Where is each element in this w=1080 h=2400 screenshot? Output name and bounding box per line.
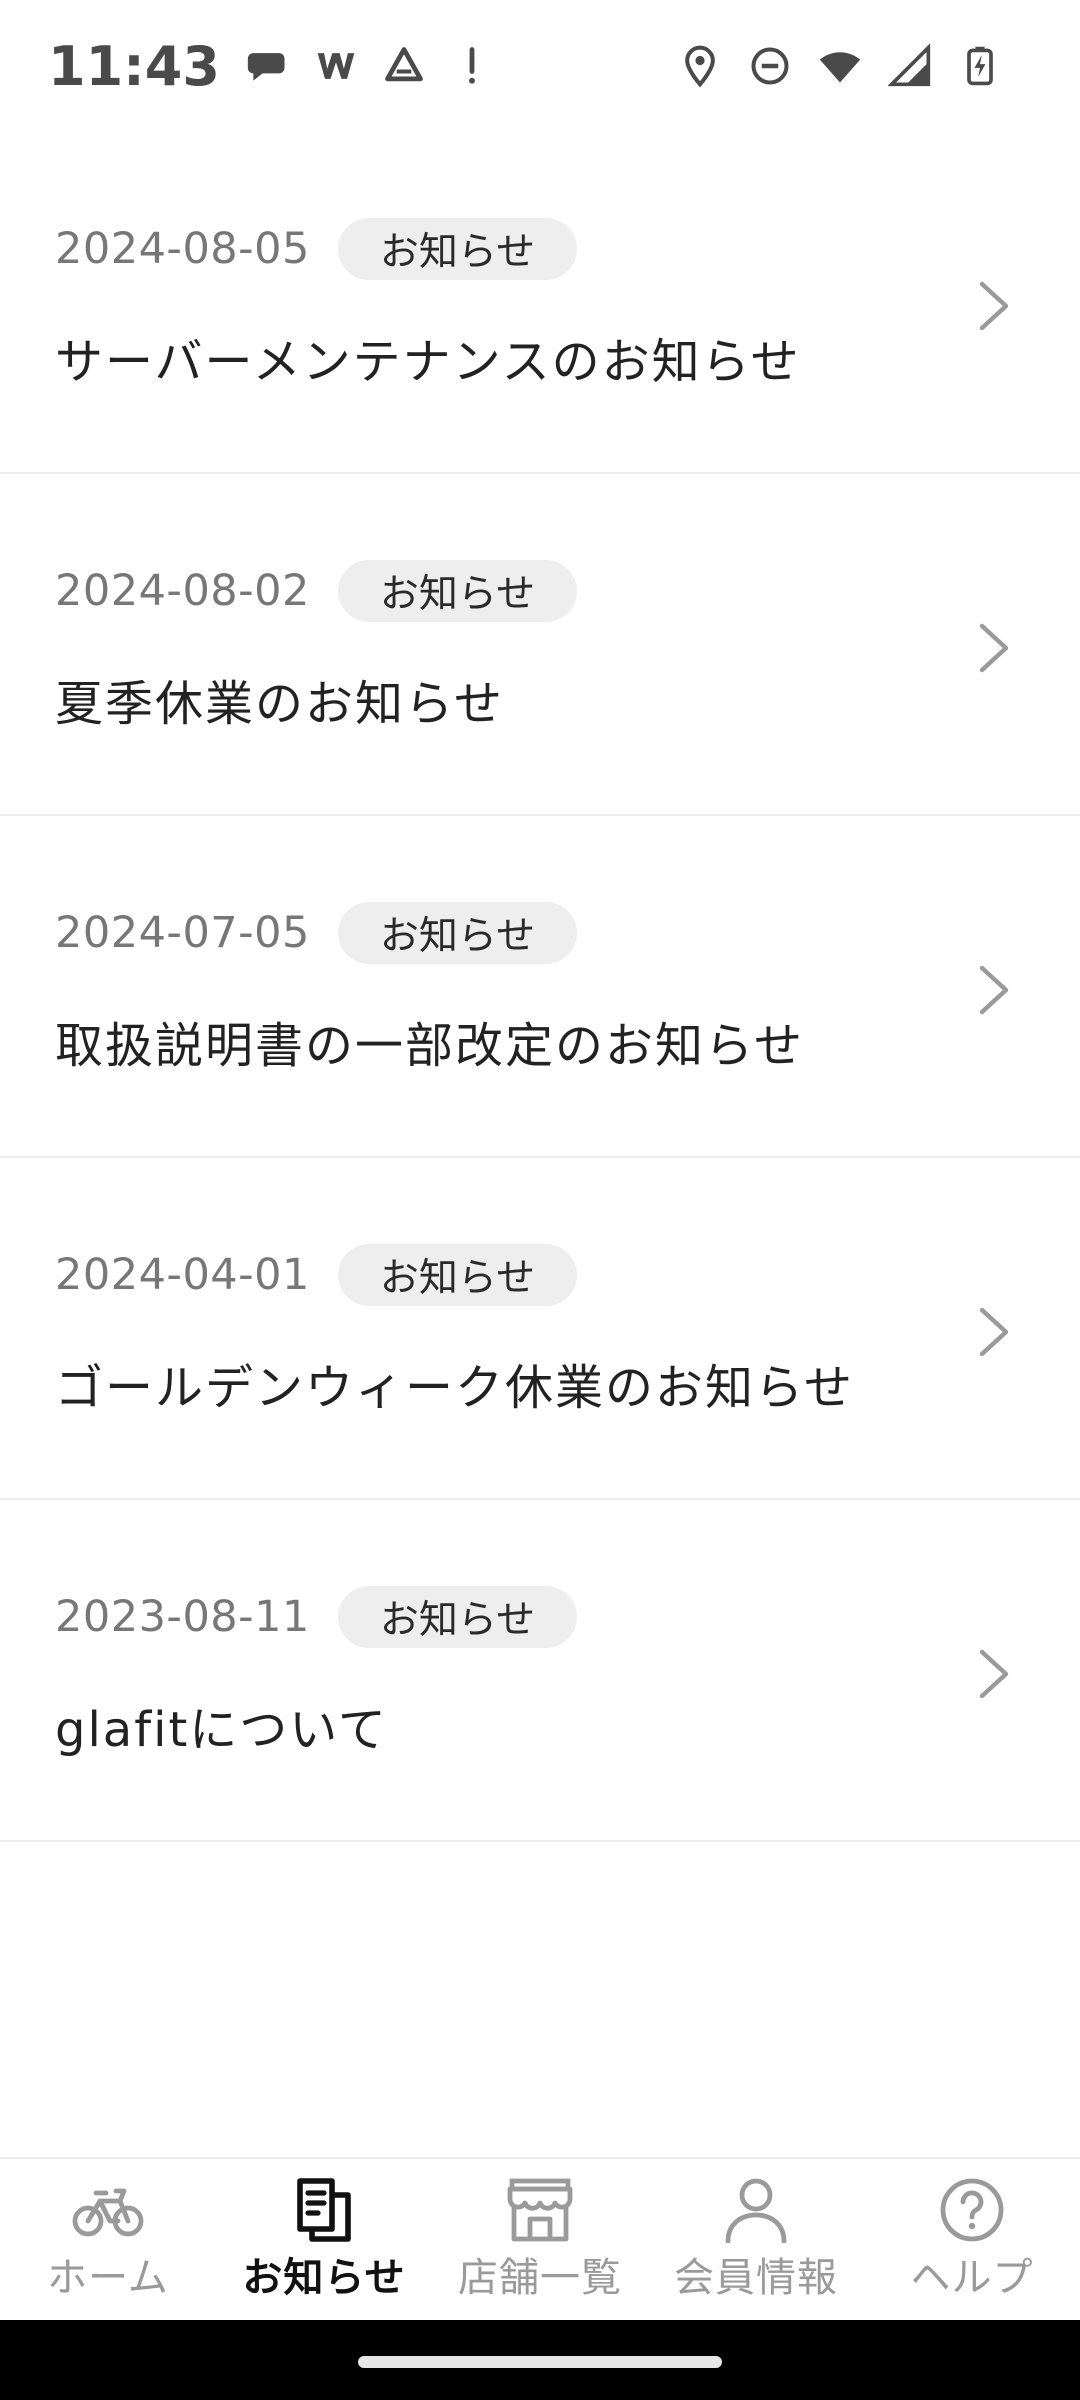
news-date: 2024-07-05 (55, 908, 310, 958)
chevron-right-icon (972, 620, 1016, 676)
news-category-tag: お知らせ (337, 560, 578, 622)
nav-label: 会員情報 (674, 2254, 838, 2301)
chevron-right-icon (972, 962, 1016, 1018)
news-title: 取扱説明書の一部改定のお知らせ (55, 1018, 805, 1074)
person-icon (720, 2177, 792, 2243)
exclamation-icon (450, 44, 494, 88)
nav-label: 店舗一覧 (458, 2254, 622, 2301)
news-title: glafitについて (55, 1702, 388, 1758)
news-item[interactable]: 2024-07-05 お知らせ 取扱説明書の一部改定のお知らせ (0, 816, 1080, 1158)
status-bar: 11:43 (0, 0, 1080, 132)
news-meta: 2024-04-01 お知らせ (55, 1244, 578, 1306)
news-meta: 2023-08-11 お知らせ (55, 1586, 578, 1648)
news-category-tag: お知らせ (337, 218, 578, 280)
news-title: サーバーメンテナンスのお知らせ (55, 334, 801, 390)
news-meta: 2024-07-05 お知らせ (55, 902, 578, 964)
w-app-icon (314, 44, 358, 88)
drive-icon (382, 44, 426, 88)
wifi-icon (818, 44, 862, 88)
help-icon (936, 2177, 1008, 2243)
news-item[interactable]: 2023-08-11 お知らせ glafitについて (0, 1500, 1080, 1842)
news-meta: 2024-08-02 お知らせ (55, 560, 578, 622)
chevron-right-icon (972, 1646, 1016, 1702)
store-icon (504, 2177, 576, 2243)
news-category-tag: お知らせ (337, 1586, 578, 1648)
bottom-navigation: ホーム お知らせ 店舗一覧 会員情報 ヘルプ (0, 2157, 1080, 2320)
cellular-signal-icon (888, 44, 932, 88)
battery-charging-icon (958, 44, 1002, 88)
nav-label: ヘルプ (910, 2254, 1034, 2301)
nav-label: ホーム (47, 2254, 169, 2301)
news-item[interactable]: 2024-08-02 お知らせ 夏季休業のお知らせ (0, 474, 1080, 816)
chat-bubble-icon (246, 44, 290, 88)
system-gesture-area (0, 2320, 1080, 2400)
do-not-disturb-icon (748, 44, 792, 88)
bicycle-icon (72, 2177, 144, 2243)
status-time: 11:43 (48, 34, 220, 98)
news-title: 夏季休業のお知らせ (55, 676, 505, 732)
news-category-tag: お知らせ (337, 902, 578, 964)
nav-item-stores[interactable]: 店舗一覧 (432, 2177, 648, 2303)
chevron-right-icon (972, 1304, 1016, 1360)
news-item[interactable]: 2024-04-01 お知らせ ゴールデンウィーク休業のお知らせ (0, 1158, 1080, 1500)
news-item[interactable]: 2024-08-05 お知らせ サーバーメンテナンスのお知らせ (0, 132, 1080, 474)
nav-item-news[interactable]: お知らせ (216, 2177, 432, 2303)
nav-item-home[interactable]: ホーム (0, 2177, 216, 2303)
news-date: 2024-08-05 (55, 224, 310, 274)
chevron-right-icon (972, 278, 1016, 334)
nav-item-help[interactable]: ヘルプ (864, 2177, 1080, 2303)
news-date: 2024-04-01 (55, 1250, 310, 1300)
location-icon (678, 44, 722, 88)
news-title: ゴールデンウィーク休業のお知らせ (55, 1360, 855, 1416)
news-meta: 2024-08-05 お知らせ (55, 218, 578, 280)
news-list: 2024-08-05 お知らせ サーバーメンテナンスのお知らせ 2024-08-… (0, 132, 1080, 1842)
news-icon (288, 2177, 360, 2243)
news-date: 2024-08-02 (55, 566, 310, 616)
news-category-tag: お知らせ (337, 1244, 578, 1306)
nav-label: お知らせ (242, 2254, 406, 2301)
news-date: 2023-08-11 (55, 1592, 310, 1642)
screen: 11:43 2024-08-05 お知らせ サーバーメンテナンスのお知らせ 20… (0, 0, 1080, 2400)
home-gesture-handle[interactable] (358, 2356, 722, 2368)
nav-item-member[interactable]: 会員情報 (648, 2177, 864, 2303)
status-system-icons (678, 44, 1002, 88)
status-notification-icons (246, 44, 494, 88)
